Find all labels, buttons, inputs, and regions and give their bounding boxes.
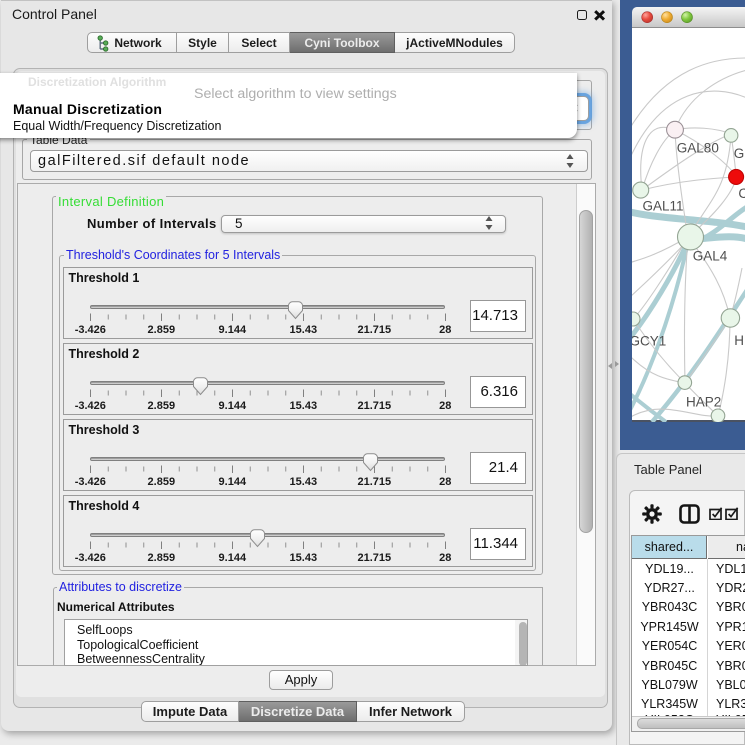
svg-text:GAL11: GAL11 [643, 199, 684, 214]
svg-text:H: H [734, 333, 744, 348]
svg-text:GAL4: GAL4 [693, 249, 728, 264]
svg-text:GAL80: GAL80 [677, 140, 719, 155]
svg-text:C: C [738, 186, 745, 201]
svg-text:HAP2: HAP2 [686, 395, 721, 410]
svg-text:G.: G. [734, 146, 745, 161]
svg-text:GCY1: GCY1 [632, 334, 666, 349]
